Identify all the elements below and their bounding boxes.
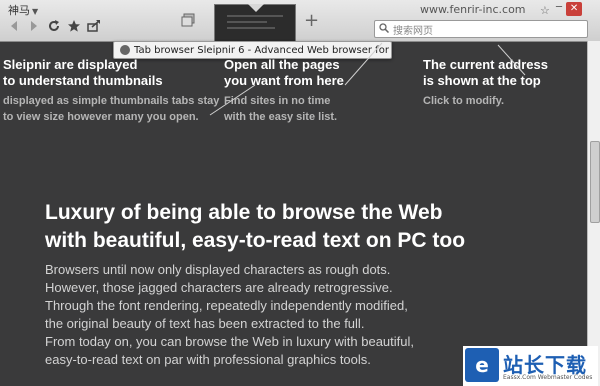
body-line: Through the font rendering, repeatedly i… (45, 298, 408, 313)
scrollbar-thumb[interactable] (590, 141, 600, 223)
watermark-url: Eassx.Com Webmaster Codes (503, 374, 593, 381)
pointer-line (497, 44, 526, 76)
watermark: e 站长下载 Eassx.Com Webmaster Codes (463, 346, 598, 386)
pointer-line (344, 42, 383, 86)
body-line: Browsers until now only displayed charac… (45, 262, 391, 277)
body-line: However, those jagged characters are alr… (45, 280, 393, 295)
body-line: the original beauty of text has been ext… (45, 316, 365, 331)
headline-line: with beautiful, easy-to-read text on PC … (45, 229, 466, 252)
vertical-scrollbar[interactable] (587, 41, 600, 386)
pointer-line (209, 84, 256, 116)
watermark-logo-icon: e (465, 348, 499, 382)
page-title: Luxury of being able to browse the Web w… (45, 199, 565, 255)
headline-line: Luxury of being able to browse the Web (45, 201, 443, 224)
